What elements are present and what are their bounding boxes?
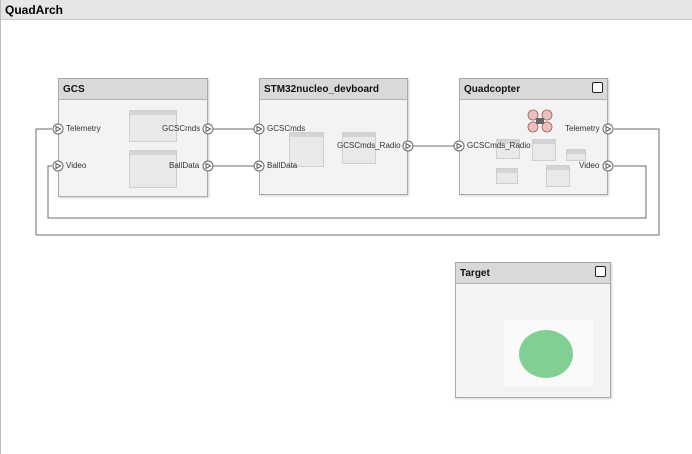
reference-icon[interactable]: [595, 266, 606, 277]
gcs-block[interactable]: GCS: [58, 78, 208, 197]
quad-video-port[interactable]: [602, 160, 614, 172]
quad-inner-component: [566, 149, 586, 161]
stm32-block[interactable]: STM32nucleo_devboard: [259, 78, 408, 195]
target-image-panel: [504, 320, 593, 386]
gcs-video-port[interactable]: [52, 160, 64, 172]
gcs-balldata-port[interactable]: [202, 160, 214, 172]
quadcopter-block[interactable]: Quadcopter: [459, 78, 608, 195]
stm32-block-title: STM32nucleo_devboard: [264, 84, 380, 95]
gcs-telemetry-port[interactable]: [52, 123, 64, 135]
stm32-gcscmds-label: GCSCmds: [267, 124, 306, 133]
gcs-telemetry-label: Telemetry: [66, 124, 101, 133]
stm32-gcscmds-radio-label: GCSCmds_Radio: [337, 141, 401, 150]
gcs-video-label: Video: [66, 161, 87, 170]
quad-gcscmds-radio-port[interactable]: [453, 140, 465, 152]
reference-icon[interactable]: [592, 82, 603, 93]
quad-gcscmds-radio-label: GCSCmds_Radio: [467, 141, 531, 150]
gcs-gcscmds-port[interactable]: [202, 123, 214, 135]
gcs-balldata-label: BallData: [169, 161, 200, 170]
quad-telemetry-port[interactable]: [602, 123, 614, 135]
stm32-gcscmds-port[interactable]: [253, 123, 265, 135]
stm32-balldata-port[interactable]: [253, 160, 265, 172]
diagram-canvas[interactable]: QuadArch GCS STM32nucleo_devboard Quadco…: [0, 0, 692, 454]
quad-telemetry-label: Telemetry: [565, 124, 600, 133]
quad-inner-component: [496, 168, 518, 184]
quad-inner-component: [546, 165, 570, 187]
target-circle: [519, 330, 573, 378]
quadcopter-block-title: Quadcopter: [464, 84, 521, 95]
quad-inner-component: [532, 139, 556, 161]
gcs-block-header: GCS: [59, 79, 207, 100]
gcs-block-title: GCS: [63, 84, 85, 95]
stm32-block-header: STM32nucleo_devboard: [260, 79, 407, 100]
target-block-title: Target: [460, 268, 490, 279]
quadcopter-block-header: Quadcopter: [460, 79, 607, 100]
stm32-balldata-label: BallData: [267, 161, 298, 170]
drone-icon: [527, 109, 553, 133]
target-block-header: Target: [456, 263, 610, 284]
stm32-gcscmds-radio-port[interactable]: [402, 140, 414, 152]
quad-video-label: Video: [579, 161, 600, 170]
gcs-gcscmds-label: GCSCmds: [162, 124, 201, 133]
